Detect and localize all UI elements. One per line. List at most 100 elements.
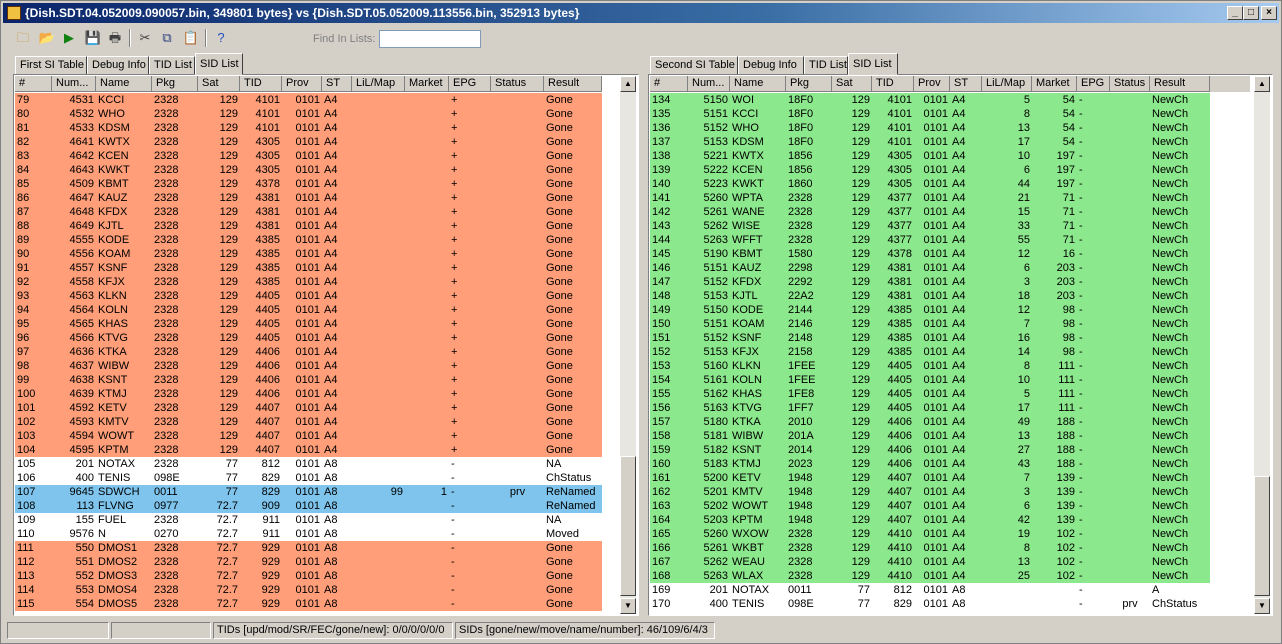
tab-debug-info[interactable]: Debug Info (738, 56, 804, 75)
table-row[interactable]: 101 4592 KETV 2328 129 4407 0101 A4 + Gone (15, 401, 602, 415)
help-icon[interactable]: ? (211, 28, 231, 48)
table-row[interactable]: 163 5202 WOWT 1948 129 4407 0101 A4 6 139- NewCh (650, 499, 1210, 513)
table-row[interactable]: 150 5151 KOAM 2146 129 4385 0101 A4 7 98- NewCh (650, 317, 1210, 331)
table-row[interactable]: 114 553 DMOS4 2328 72.7 929 0101 A8 - Gone (15, 583, 602, 597)
header-col-market[interactable]: Market (405, 76, 449, 92)
table-row[interactable]: 113 552 DMOS3 2328 72.7 929 0101 A8 - Gone (15, 569, 602, 583)
table-row[interactable]: 80 4532 WHO 2328 129 4101 0101 A4 + Gone (15, 107, 602, 121)
table-row[interactable]: 89 4555 KODE 2328 129 4385 0101 A4 + Gone (15, 233, 602, 247)
table-row[interactable]: 112 551 DMOS2 2328 72.7 929 0101 A8 - Gone (15, 555, 602, 569)
table-row[interactable]: 148 5153 KJTL 22A2 129 4381 0101 A4 18 203- NewCh (650, 289, 1210, 303)
header-col-status[interactable]: Status (491, 76, 544, 92)
table-row[interactable]: 156 5163 KTVG 1FF7 129 4405 0101 A4 17 111- NewCh (650, 401, 1210, 415)
tab-sid-list[interactable]: SID List (195, 53, 243, 75)
tab-tid-list[interactable]: TID List (149, 56, 195, 75)
table-row[interactable]: 162 5201 KMTV 1948 129 4407 0101 A4 3 139- NewCh (650, 485, 1210, 499)
header-col-num[interactable]: Num... (52, 76, 96, 92)
table-row[interactable]: 138 5221 KWTX 1856 129 4305 0101 A4 10 197- NewCh (650, 149, 1210, 163)
table-row[interactable]: 160 5183 KTMJ 2023 129 4406 0101 A4 43 188- NewCh (650, 457, 1210, 471)
open-folder-icon[interactable]: 📂 (37, 28, 57, 48)
new-file-icon[interactable]: 🗀 (13, 28, 33, 48)
run-icon[interactable]: ▶ (59, 28, 79, 48)
scroll-up-button[interactable]: ▲ (1254, 76, 1270, 92)
table-row[interactable]: 139 5222 KCEN 1856 129 4305 0101 A4 6 197- NewCh (650, 163, 1210, 177)
header-col-prov[interactable]: Prov (914, 76, 950, 92)
minimize-button[interactable]: _ (1227, 6, 1243, 20)
header-col-index[interactable]: # (15, 76, 52, 92)
table-row[interactable]: 147 5152 KFDX 2292 129 4381 0101 A4 3 203- NewCh (650, 275, 1210, 289)
table-row[interactable]: 151 5152 KSNF 2148 129 4385 0101 A4 16 98- NewCh (650, 331, 1210, 345)
table-row[interactable]: 164 5203 KPTM 1948 129 4407 0101 A4 42 139- NewCh (650, 513, 1210, 527)
maximize-button[interactable]: □ (1243, 6, 1259, 20)
table-row[interactable]: 98 4637 WIBW 2328 129 4406 0101 A4 + Gone (15, 359, 602, 373)
header-col-st[interactable]: ST (950, 76, 982, 92)
table-row[interactable]: 83 4642 KCEN 2328 129 4305 0101 A4 + Gone (15, 149, 602, 163)
table-row[interactable]: 110 9576 N 0270 72.7 911 0101 A8 - Moved (15, 527, 602, 541)
table-row[interactable]: 146 5151 KAUZ 2298 129 4381 0101 A4 6 203- NewCh (650, 261, 1210, 275)
table-row[interactable]: 95 4565 KHAS 2328 129 4405 0101 A4 + Gone (15, 317, 602, 331)
header-col-lilmap[interactable]: LiL/Map (982, 76, 1032, 92)
header-col-lilmap[interactable]: LiL/Map (352, 76, 405, 92)
header-col-result[interactable]: Result (544, 76, 602, 92)
tab-debug-info[interactable]: Debug Info (87, 56, 149, 75)
table-row[interactable]: 136 5152 WHO 18F0 129 4101 0101 A4 13 54- NewCh (650, 121, 1210, 135)
tab-tid-list[interactable]: TID List (804, 56, 848, 75)
table-row[interactable]: 91 4557 KSNF 2328 129 4385 0101 A4 + Gone (15, 261, 602, 275)
table-row[interactable]: 93 4563 KLKN 2328 129 4405 0101 A4 + Gone (15, 289, 602, 303)
table-row[interactable]: 79 4531 KCCI 2328 129 4101 0101 A4 + Gone (15, 93, 602, 107)
header-col-epg[interactable]: EPG (1077, 76, 1110, 92)
table-row[interactable]: 104 4595 KPTM 2328 129 4407 0101 A4 + Gone (15, 443, 602, 457)
table-row[interactable]: 103 4594 WOWT 2328 129 4407 0101 A4 + Gone (15, 429, 602, 443)
copy-icon[interactable]: ⧉ (157, 28, 177, 48)
header-col-name[interactable]: Name (96, 76, 152, 92)
table-row[interactable]: 157 5180 KTKA 2010 129 4406 0101 A4 49 188- NewCh (650, 415, 1210, 429)
table-row[interactable]: 94 4564 KOLN 2328 129 4405 0101 A4 + Gone (15, 303, 602, 317)
scroll-thumb[interactable] (1254, 476, 1270, 596)
table-row[interactable]: 137 5153 KDSM 18F0 129 4101 0101 A4 17 54- NewCh (650, 135, 1210, 149)
header-col-pkg[interactable]: Pkg (152, 76, 198, 92)
header-col-status[interactable]: Status (1110, 76, 1150, 92)
header-col-num[interactable]: Num... (688, 76, 730, 92)
table-row[interactable]: 100 4639 KTMJ 2328 129 4406 0101 A4 + Gone (15, 387, 602, 401)
cut-icon[interactable]: ✂ (135, 28, 155, 48)
table-row[interactable]: 141 5260 WPTA 2328 129 4377 0101 A4 21 71- NewCh (650, 191, 1210, 205)
table-row[interactable]: 149 5150 KODE 2144 129 4385 0101 A4 12 98- NewCh (650, 303, 1210, 317)
table-row[interactable]: 159 5182 KSNT 2014 129 4406 0101 A4 27 188- NewCh (650, 443, 1210, 457)
scroll-down-button[interactable]: ▼ (1254, 598, 1270, 614)
scroll-up-button[interactable]: ▲ (620, 76, 636, 92)
header-col-market[interactable]: Market (1032, 76, 1077, 92)
scroll-thumb[interactable] (620, 456, 636, 596)
table-row[interactable]: 168 5263 WLAX 2328 129 4410 0101 A4 25 102- NewCh (650, 569, 1210, 583)
table-row[interactable]: 107 9645 SDWCH 0011 77 829 0101 A8 99 1- prv ReName… (15, 485, 602, 499)
tab-second-si-table[interactable]: Second SI Table (650, 56, 738, 75)
table-row[interactable]: 166 5261 WKBT 2328 129 4410 0101 A4 8 102- NewCh (650, 541, 1210, 555)
header-col-epg[interactable]: EPG (449, 76, 491, 92)
table-row[interactable]: 106 400 TENIS 098E 77 829 0101 A8 - ChStatus (15, 471, 602, 485)
header-col-pkg[interactable]: Pkg (786, 76, 832, 92)
table-row[interactable]: 144 5263 WFFT 2328 129 4377 0101 A4 55 71- NewCh (650, 233, 1210, 247)
table-row[interactable]: 88 4649 KJTL 2328 129 4381 0101 A4 + Gone (15, 219, 602, 233)
close-button[interactable]: × (1261, 6, 1277, 20)
table-row[interactable]: 169 201 NOTAX 0011 77 812 0101 A8 - A (650, 583, 1210, 597)
table-row[interactable]: 115 554 DMOS5 2328 72.7 929 0101 A8 - Gone (15, 597, 602, 611)
header-col-index[interactable]: # (650, 76, 688, 92)
table-row[interactable]: 99 4638 KSNT 2328 129 4406 0101 A4 + Gone (15, 373, 602, 387)
table-row[interactable]: 109 155 FUEL 2328 72.7 911 0101 A8 - NA (15, 513, 602, 527)
table-row[interactable]: 86 4647 KAUZ 2328 129 4381 0101 A4 + Gone (15, 191, 602, 205)
table-row[interactable]: 97 4636 KTKA 2328 129 4406 0101 A4 + Gone (15, 345, 602, 359)
tab-sid-list[interactable]: SID List (848, 53, 898, 75)
table-row[interactable]: 84 4643 KWKT 2328 129 4305 0101 A4 + Gone (15, 163, 602, 177)
header-col-sat[interactable]: Sat (832, 76, 872, 92)
table-row[interactable]: 135 5151 KCCI 18F0 129 4101 0101 A4 8 54- NewCh (650, 107, 1210, 121)
tab-first-si-table[interactable]: First SI Table (15, 56, 87, 75)
table-row[interactable]: 81 4533 KDSM 2328 129 4101 0101 A4 + Gone (15, 121, 602, 135)
table-row[interactable]: 90 4556 KOAM 2328 129 4385 0101 A4 + Gone (15, 247, 602, 261)
table-row[interactable]: 87 4648 KFDX 2328 129 4381 0101 A4 + Gone (15, 205, 602, 219)
header-col-sat[interactable]: Sat (198, 76, 240, 92)
paste-icon[interactable]: 📋 (181, 28, 201, 48)
table-row[interactable]: 161 5200 KETV 1948 129 4407 0101 A4 7 139- NewCh (650, 471, 1210, 485)
header-col-tid[interactable]: TID (240, 76, 282, 92)
table-row[interactable]: 167 5262 WEAU 2328 129 4410 0101 A4 13 102- NewCh (650, 555, 1210, 569)
table-row[interactable]: 105 201 NOTAX 2328 77 812 0101 A8 - NA (15, 457, 602, 471)
table-row[interactable]: 154 5161 KOLN 1FEE 129 4405 0101 A4 10 111- NewCh (650, 373, 1210, 387)
